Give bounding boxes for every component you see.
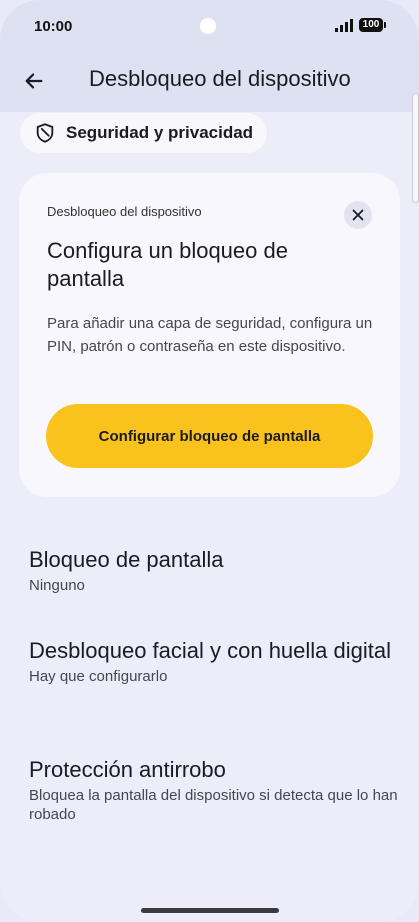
setup-lock-card: Desbloqueo del dispositivo Configura un … xyxy=(19,173,400,497)
setting-subtitle: Bloquea la pantalla del dispositivo si d… xyxy=(29,787,398,823)
battery-icon: 100 xyxy=(359,18,386,32)
card-eyebrow: Desbloqueo del dispositivo xyxy=(47,204,202,219)
setting-title: Desbloqueo facial y con huella digital xyxy=(29,638,392,663)
setting-theft-protection[interactable]: Protección antirrobo Bloquea la pantalla… xyxy=(29,756,399,824)
setting-title: Protección antirrobo xyxy=(29,757,226,782)
page-title: Desbloqueo del dispositivo xyxy=(89,66,351,91)
dismiss-card-button[interactable] xyxy=(344,201,372,229)
status-bar: 10:00 100 xyxy=(0,0,419,54)
home-indicator[interactable] xyxy=(141,908,279,913)
camera-cutout xyxy=(200,18,216,34)
setting-face-fingerprint-unlock[interactable]: Desbloqueo facial y con huella digital H… xyxy=(29,637,399,686)
setting-subtitle: Hay que configurarlo xyxy=(29,668,168,685)
back-arrow-icon xyxy=(25,73,43,89)
breadcrumb-chip[interactable]: Seguridad y privacidad xyxy=(20,113,268,153)
setting-subtitle: Ninguno xyxy=(29,577,85,594)
setting-title: Bloqueo de pantalla xyxy=(29,547,224,572)
signal-icon xyxy=(335,19,353,32)
phone-screen: 10:00 100 Desbloqueo del dispositivo Seg… xyxy=(0,0,419,922)
setting-screen-lock[interactable]: Bloqueo de pantalla Ninguno xyxy=(29,546,399,595)
card-title: Configura un bloqueo de pantalla xyxy=(47,238,288,291)
shield-icon xyxy=(36,123,54,143)
configure-screen-lock-button[interactable]: Configurar bloqueo de pantalla xyxy=(46,404,373,468)
back-button[interactable] xyxy=(16,63,52,99)
card-description: Para añadir una capa de seguridad, confi… xyxy=(47,315,373,355)
scrollbar[interactable] xyxy=(412,93,419,203)
app-bar: Desbloqueo del dispositivo xyxy=(0,54,419,112)
status-time: 10:00 xyxy=(34,18,73,35)
close-icon xyxy=(352,209,364,221)
chip-label: Seguridad y privacidad xyxy=(66,123,254,142)
